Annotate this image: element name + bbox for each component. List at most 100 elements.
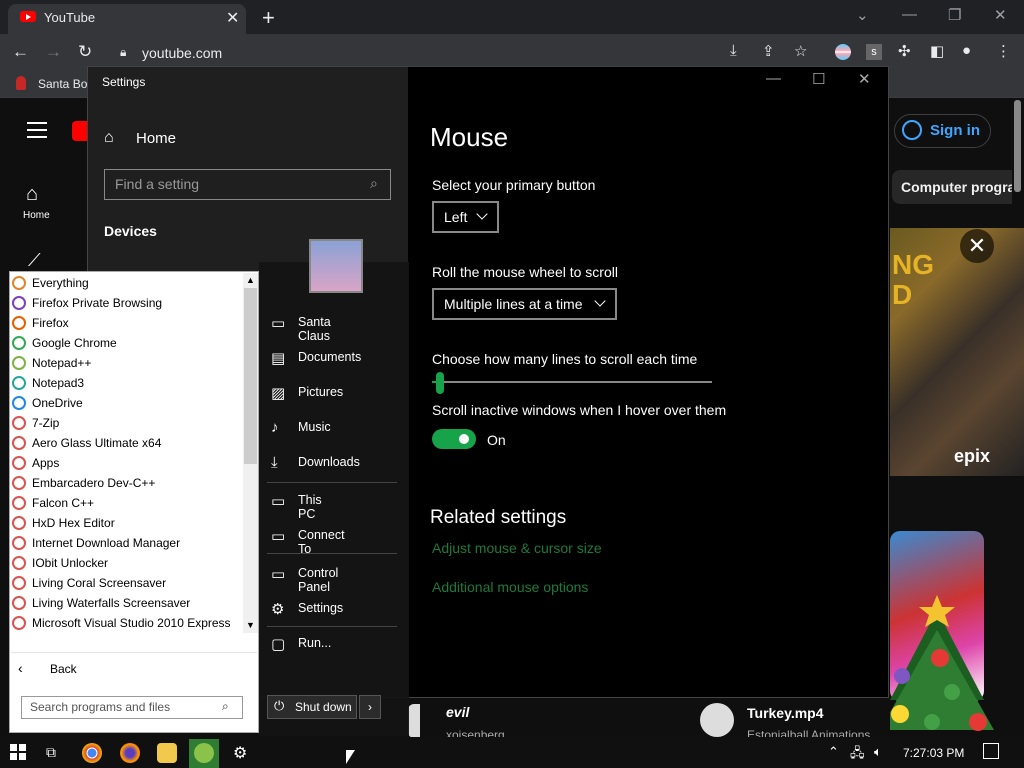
shorts-icon[interactable]: ⟋	[28, 250, 41, 271]
program-item[interactable]: HxD Hex Editor	[9, 513, 243, 533]
back-chevron-icon[interactable]: ‹	[18, 660, 23, 676]
program-item[interactable]: Embarcadero Dev-C++	[9, 473, 243, 493]
program-label: Notepad3	[32, 376, 85, 390]
channel-avatar[interactable]	[408, 704, 420, 738]
settings-minimize-icon[interactable]: —	[766, 70, 781, 87]
start-right-item[interactable]: Downloads	[298, 455, 360, 469]
start-right-item[interactable]: Santa Claus	[298, 315, 331, 343]
toggle-state: On	[487, 432, 506, 448]
run-icon: ▢	[271, 636, 286, 653]
profile-icon[interactable]: ●	[962, 42, 971, 59]
back-button[interactable]: Back	[50, 662, 77, 676]
screensaver-app-icon[interactable]	[194, 743, 214, 763]
video-title[interactable]: evil	[446, 704, 469, 720]
taskbar-clock[interactable]: 7:27:03 PM	[903, 746, 964, 760]
video-title[interactable]: Turkey.mp4	[747, 705, 824, 721]
program-item[interactable]: Apps	[9, 453, 243, 473]
bookmark-santa[interactable]: Santa Bo	[38, 77, 87, 91]
search-icon[interactable]: ⌕	[370, 175, 378, 192]
start-right-item[interactable]: Settings	[298, 601, 343, 615]
start-right-item[interactable]: Run...	[298, 636, 331, 650]
user-folder-icon: ▭	[271, 315, 286, 332]
bookmark-star-icon[interactable]: ☆	[794, 42, 807, 60]
page-scroll-thumb[interactable]	[1014, 100, 1021, 192]
program-item[interactable]: IObit Unlocker	[9, 553, 243, 573]
url-text[interactable]: youtube.com	[142, 45, 222, 61]
menu-kebab-icon[interactable]: ⋮	[996, 42, 1011, 60]
reload-icon[interactable]: ↻	[78, 42, 92, 62]
new-tab-icon[interactable]: +	[262, 5, 275, 31]
search-icon[interactable]: ⌕	[222, 699, 229, 714]
back-arrow-icon[interactable]: ←	[12, 42, 29, 62]
program-icon	[12, 436, 26, 450]
program-item[interactable]: Living Waterfalls Screensaver	[9, 593, 243, 613]
channel-avatar[interactable]	[700, 703, 734, 737]
program-item[interactable]: Everything	[9, 273, 243, 293]
file-explorer-icon[interactable]	[157, 743, 177, 763]
tab-close-icon[interactable]: ✕	[226, 8, 239, 28]
program-item[interactable]: Google Chrome	[9, 333, 243, 353]
youtube-home-label[interactable]: Home	[23, 210, 50, 221]
minimize-icon[interactable]: —	[902, 6, 917, 23]
firefox-taskbar-icon[interactable]	[120, 743, 140, 763]
adjust-cursor-link[interactable]: Adjust mouse & cursor size	[432, 540, 602, 556]
task-view-icon[interactable]: ⧉	[46, 744, 56, 761]
program-item[interactable]: OneDrive	[9, 393, 243, 413]
program-label: Embarcadero Dev-C++	[32, 476, 156, 490]
youtube-menu-icon[interactable]	[27, 122, 47, 143]
start-right-item[interactable]: Connect To	[298, 528, 345, 556]
program-item[interactable]: Aero Glass Ultimate x64	[9, 433, 243, 453]
extension-s-icon[interactable]: s	[866, 44, 882, 60]
program-item[interactable]: Notepad3	[9, 373, 243, 393]
program-item[interactable]: Internet Download Manager	[9, 533, 243, 553]
tray-overflow-icon[interactable]: ⌃	[828, 744, 839, 760]
lines-slider-track[interactable]	[432, 381, 712, 383]
extensions-puzzle-icon[interactable]: ✣	[898, 42, 911, 60]
share-icon[interactable]: ⇪	[762, 42, 775, 60]
home-icon[interactable]: ⌂	[26, 183, 38, 206]
install-app-icon[interactable]: ⤓	[730, 42, 737, 59]
network-icon[interactable]: 🖧︎	[850, 744, 865, 766]
program-item[interactable]: Firefox	[9, 313, 243, 333]
ad-close-icon[interactable]: ✕	[960, 229, 994, 263]
power-icon: ⏻	[274, 698, 285, 713]
start-right-item[interactable]: Documents	[298, 350, 361, 364]
side-panel-icon[interactable]: ◧	[930, 42, 944, 60]
notifications-icon[interactable]	[983, 743, 999, 759]
inactive-scroll-toggle[interactable]	[432, 429, 476, 449]
user-avatar[interactable]	[309, 239, 363, 293]
program-item[interactable]: Notepad++	[9, 353, 243, 373]
home-icon[interactable]: ⌂	[104, 129, 114, 147]
program-item[interactable]: Falcon C++	[9, 493, 243, 513]
downloads-icon: ⤓	[271, 454, 278, 471]
settings-gear-icon[interactable]: ⚙	[233, 743, 247, 763]
scroll-down-icon[interactable]: ▼	[246, 620, 255, 630]
program-item[interactable]: Firefox Private Browsing	[9, 293, 243, 313]
program-item[interactable]: 7-Zip	[9, 413, 243, 433]
scroll-up-icon[interactable]: ▲	[246, 275, 255, 285]
close-window-icon[interactable]: ✕	[994, 6, 1007, 24]
start-right-item[interactable]: Control Panel	[298, 566, 338, 594]
forward-arrow-icon[interactable]: →	[45, 42, 62, 62]
chrome-taskbar-icon[interactable]	[82, 743, 102, 763]
program-label: Notepad++	[32, 356, 92, 370]
program-list-scroll-thumb[interactable]	[244, 288, 257, 464]
lock-icon[interactable]: 🔒︎	[120, 45, 126, 60]
settings-maximize-icon[interactable]: ☐	[812, 70, 825, 88]
scroll-mode-label: Roll the mouse wheel to scroll	[432, 264, 618, 280]
program-item[interactable]: Living Coral Screensaver	[9, 573, 243, 593]
tab-search-icon[interactable]: ⌄	[856, 6, 869, 24]
start-right-item[interactable]: Pictures	[298, 385, 343, 399]
volume-icon[interactable]: 🔈︎	[874, 744, 882, 760]
shutdown-options-icon[interactable]: ›	[359, 695, 381, 719]
start-right-item[interactable]: Music	[298, 420, 331, 434]
restore-icon[interactable]: ❐	[948, 6, 961, 24]
settings-nav-home[interactable]: Home	[136, 130, 176, 147]
program-item[interactable]: Microsoft Visual Studio 2010 Express	[9, 613, 243, 633]
extension-flag-icon[interactable]	[835, 44, 851, 60]
start-right-item[interactable]: This PC	[298, 493, 322, 521]
additional-mouse-options-link[interactable]: Additional mouse options	[432, 579, 588, 595]
windows-start-icon[interactable]	[10, 744, 26, 760]
settings-close-icon[interactable]: ✕	[858, 70, 871, 88]
lines-slider-thumb[interactable]	[436, 372, 444, 394]
